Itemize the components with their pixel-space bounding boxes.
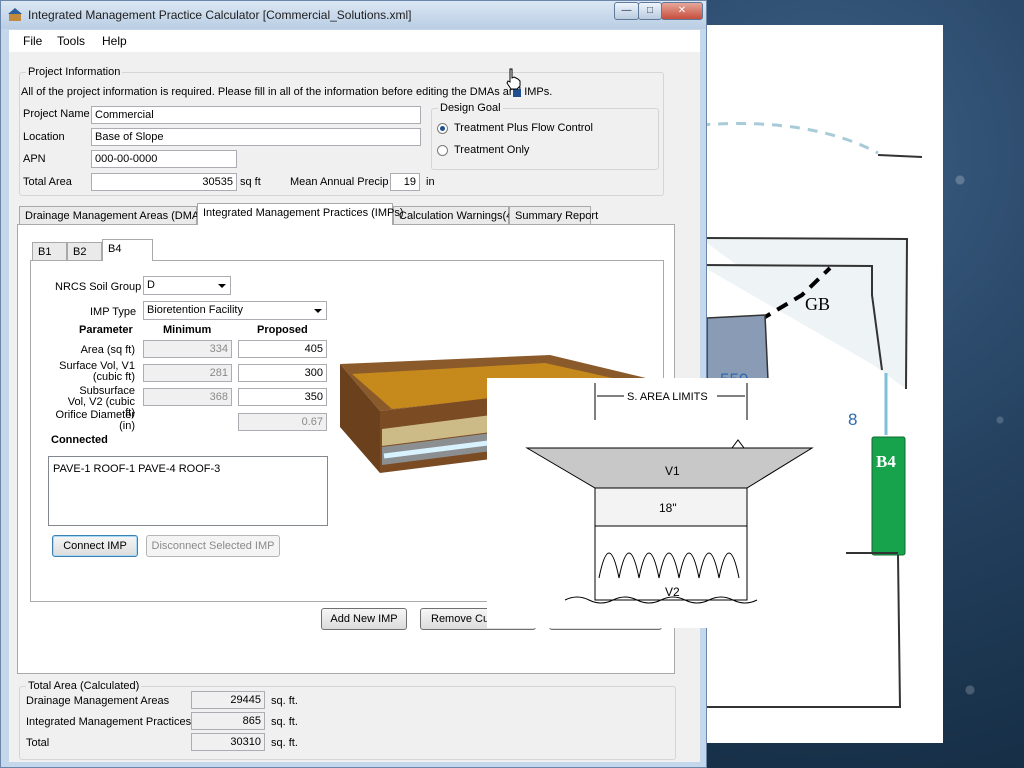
minimize-button[interactable]: —	[614, 2, 639, 20]
window-title: Integrated Management Practice Calculato…	[28, 8, 412, 22]
area-label-8: 8	[848, 410, 857, 429]
maximize-button[interactable]: □	[638, 2, 662, 20]
tab-b2[interactable]: B2	[67, 242, 102, 261]
orifice-diameter-field	[238, 413, 327, 431]
treatment-only-radio[interactable]	[437, 145, 448, 156]
area-row-label: Area (sq ft)	[80, 344, 135, 356]
gb-label: GB	[805, 294, 830, 314]
imp-total-label: Integrated Management Practices	[26, 716, 192, 728]
soil-group-select[interactable]: D	[143, 276, 231, 295]
imp-type-label: IMP Type	[90, 306, 137, 318]
mean-precip-field[interactable]	[390, 173, 420, 191]
subsurface-vol-proposed-field[interactable]	[238, 388, 327, 406]
hand-cursor-icon	[506, 68, 521, 90]
project-name-label: Project Name	[23, 108, 90, 120]
connect-imp-button[interactable]: Connect IMP	[52, 535, 138, 557]
design-goal-group: Design Goal	[431, 102, 659, 170]
grand-total-unit: sq. ft.	[271, 737, 298, 749]
imp-total-field	[191, 712, 265, 730]
treatment-flow-label[interactable]: Treatment Plus Flow Control	[454, 122, 593, 134]
depth-label: 18"	[659, 501, 677, 515]
tab-dmas[interactable]: Drainage Management Areas (DMAs)	[19, 206, 208, 225]
project-info-title: Project Information	[26, 66, 123, 78]
soil-group-value: D	[147, 279, 155, 291]
treatment-flow-radio[interactable]	[437, 123, 448, 134]
mean-precip-label: Mean Annual Precip	[290, 176, 389, 188]
surface-vol-proposed-field[interactable]	[238, 364, 327, 382]
total-area-field[interactable]	[91, 173, 237, 191]
limits-label: S. AREA LIMITS	[627, 391, 708, 403]
tab-warnings[interactable]: Calculation Warnings(4)	[393, 206, 516, 225]
connected-list[interactable]: PAVE-1 ROOF-1 PAVE-4 ROOF-3	[48, 456, 328, 526]
cross-section-svg: S. AREA LIMITS V1 18" V2	[525, 383, 814, 604]
imp-total-unit: sq. ft.	[271, 716, 298, 728]
totals-title: Total Area (Calculated)	[26, 680, 142, 692]
apn-label: APN	[23, 153, 46, 165]
dma-total-unit: sq. ft.	[271, 695, 298, 707]
total-area-unit: sq ft	[240, 176, 261, 188]
info-marker-icon	[513, 89, 521, 97]
plan-edge-line	[877, 154, 923, 158]
add-new-imp-button[interactable]: Add New IMP	[321, 608, 407, 630]
tab-summary[interactable]: Summary Report	[509, 206, 598, 225]
soil-group-label: NRCS Soil Group	[55, 281, 142, 293]
project-name-field[interactable]	[91, 106, 421, 124]
b4-label: B4	[876, 452, 896, 471]
location-field[interactable]	[91, 128, 421, 146]
cross-section-diagram: S. AREA LIMITS V1 18" V2	[487, 378, 827, 628]
design-goal-title: Design Goal	[438, 102, 503, 114]
mean-precip-unit: in	[426, 176, 435, 188]
menu-help[interactable]: Help	[102, 34, 127, 48]
dashed-flow-line	[700, 122, 879, 155]
imp-type-value: Bioretention Facility	[147, 304, 243, 316]
location-label: Location	[23, 131, 65, 143]
minimum-header: Minimum	[163, 324, 212, 336]
close-button[interactable]: ✕	[661, 2, 703, 20]
water-level-symbol	[731, 439, 745, 449]
chevron-down-icon	[218, 284, 226, 288]
disconnect-imp-button: Disconnect Selected IMP	[146, 535, 280, 557]
area-proposed-field[interactable]	[238, 340, 327, 358]
connected-label: Connected	[51, 434, 108, 446]
grand-total-label: Total	[26, 737, 50, 749]
surface-vol-minimum-field	[143, 364, 232, 382]
title-bar[interactable]: Integrated Management Practice Calculato…	[1, 1, 706, 29]
chevron-down-icon	[314, 309, 322, 313]
orifice-diameter-label: Orifice Diameter (in)	[55, 409, 135, 432]
tab-b1[interactable]: B1	[32, 242, 67, 261]
total-area-label: Total Area	[23, 176, 72, 188]
tab-b4[interactable]: B4	[102, 239, 153, 261]
surface-vol-label: Surface Vol, V1 (cubic ft)	[59, 360, 135, 383]
dma-total-label: Drainage Management Areas	[26, 695, 170, 707]
parameter-header: Parameter	[79, 324, 133, 336]
subsurface-vol-minimum-field	[143, 388, 232, 406]
v1-label: V1	[665, 464, 680, 478]
menu-tools[interactable]: Tools	[57, 34, 85, 48]
connected-list-items[interactable]: PAVE-1 ROOF-1 PAVE-4 ROOF-3	[53, 463, 220, 475]
menu-bar: File Tools Help	[9, 30, 700, 52]
area-minimum-field	[143, 340, 232, 358]
apn-field[interactable]	[91, 150, 237, 168]
project-info-notice: All of the project information is requir…	[21, 86, 553, 98]
imp-type-select[interactable]: Bioretention Facility	[143, 301, 327, 320]
app-icon	[8, 8, 22, 21]
grand-total-field	[191, 733, 265, 751]
proposed-header: Proposed	[257, 324, 308, 336]
menu-file[interactable]: File	[23, 34, 42, 48]
tab-imps[interactable]: Integrated Management Practices (IMPs)	[197, 203, 404, 225]
treatment-only-label[interactable]: Treatment Only	[454, 144, 529, 156]
dma-total-field	[191, 691, 265, 709]
